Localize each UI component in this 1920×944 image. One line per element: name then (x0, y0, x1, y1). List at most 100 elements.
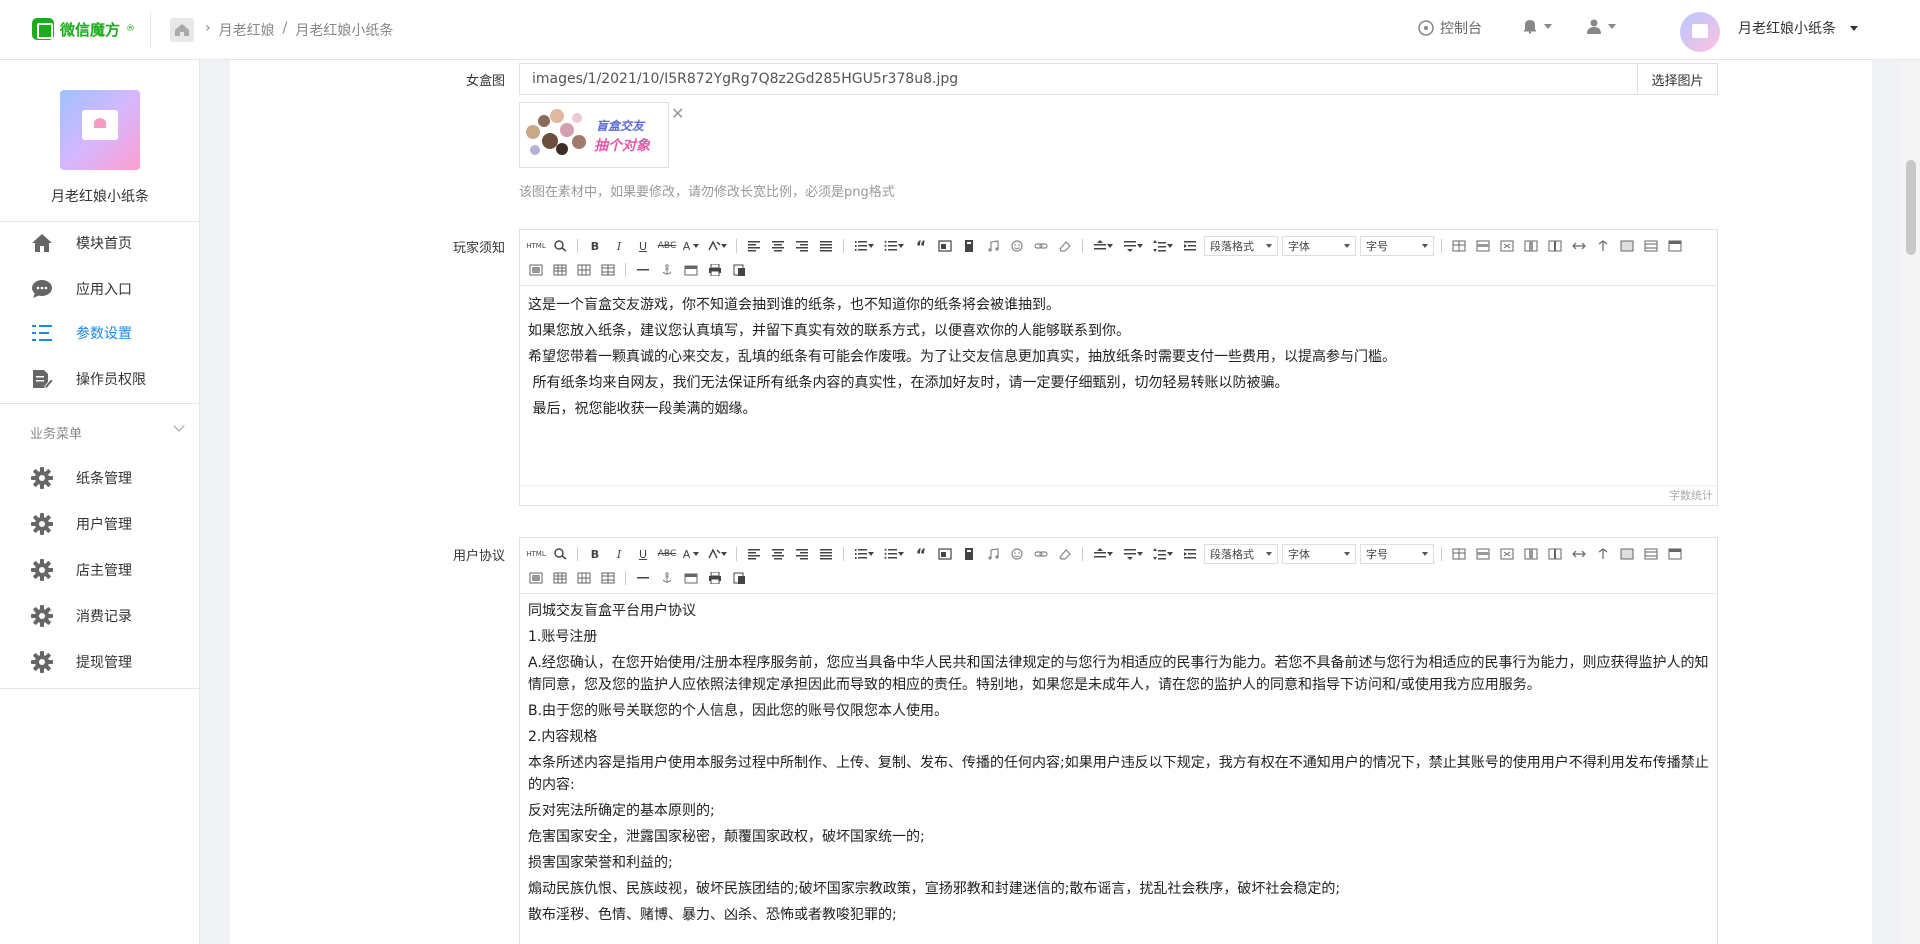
row-spacing-top-icon[interactable] (1088, 543, 1118, 565)
row-spacing-top-icon[interactable] (1088, 235, 1118, 257)
italic-icon[interactable]: I (607, 543, 631, 565)
user-agreement-content[interactable]: 同城交友盲盒平台用户协议 1.账号注册 A.经您确认，在您开始使用/注册本程序服… (520, 594, 1717, 936)
chevron-down-icon[interactable] (173, 420, 185, 432)
html-source-icon[interactable]: HTML (524, 235, 548, 257)
eraser-icon[interactable] (1053, 543, 1077, 565)
link-icon[interactable] (1029, 543, 1053, 565)
align-center-icon[interactable] (766, 235, 790, 257)
bold-icon[interactable]: B (583, 235, 607, 257)
paste-icon[interactable] (727, 259, 751, 281)
music-icon[interactable] (981, 235, 1005, 257)
table-properties-icon[interactable] (1639, 543, 1663, 565)
insert-column-icon[interactable] (1519, 543, 1543, 565)
anchor-icon[interactable] (655, 567, 679, 589)
cell-properties-icon[interactable] (1663, 543, 1687, 565)
blindbox-image-input[interactable] (520, 64, 1637, 94)
ordered-list-icon[interactable] (849, 543, 879, 565)
delete-column-icon[interactable] (1543, 543, 1567, 565)
html-source-icon[interactable]: HTML (524, 543, 548, 565)
sidebar-item-parameter-settings[interactable]: 参数设置 (0, 313, 200, 353)
breadcrumb-item[interactable]: 月老红娘 (219, 20, 275, 40)
sidebar-item-user-management[interactable]: 用户管理 (0, 504, 200, 544)
bold-icon[interactable]: B (583, 543, 607, 565)
align-justify-icon[interactable] (814, 543, 838, 565)
line-height-icon[interactable] (1148, 235, 1178, 257)
clear-format-icon[interactable] (957, 543, 981, 565)
breadcrumb-item[interactable]: 月老红娘小纸条 (295, 20, 393, 40)
sidebar-item-consumption-records[interactable]: 消费记录 (0, 596, 200, 636)
row-spacing-bottom-icon[interactable] (1118, 543, 1148, 565)
insert-column-icon[interactable] (1519, 235, 1543, 257)
print-icon[interactable] (703, 567, 727, 589)
sidebar-item-withdrawal-management[interactable]: 提现管理 (0, 642, 200, 682)
align-justify-icon[interactable] (814, 235, 838, 257)
horizontal-rule-icon[interactable] (631, 567, 655, 589)
notifications-dropdown[interactable] (1522, 18, 1552, 34)
preview-icon[interactable] (548, 543, 572, 565)
delete-row-icon[interactable] (1495, 543, 1519, 565)
emoji-icon[interactable] (1005, 543, 1029, 565)
clear-format-icon[interactable] (957, 235, 981, 257)
split-cells-icon[interactable] (1591, 543, 1615, 565)
italic-icon[interactable]: I (607, 235, 631, 257)
indent-icon[interactable] (1178, 543, 1202, 565)
insert-table-row-icon[interactable] (572, 567, 596, 589)
strikethrough-icon[interactable]: ABC (655, 543, 679, 565)
align-left-icon[interactable] (742, 543, 766, 565)
sidebar-item-app-entry[interactable]: 应用入口 (0, 269, 200, 309)
align-left-icon[interactable] (742, 235, 766, 257)
merge-cells-icon[interactable] (1567, 235, 1591, 257)
insert-row-icon[interactable] (1471, 543, 1495, 565)
console-link[interactable]: 控制台 (1418, 18, 1482, 38)
font-size-select[interactable]: 字号 (1360, 544, 1434, 564)
player-notice-content[interactable]: 这是一个盲盒交友游戏，你不知道会抽到谁的纸条，也不知道你的纸条将会被谁抽到。 如… (520, 286, 1717, 428)
date-icon[interactable] (679, 259, 703, 281)
music-icon[interactable] (981, 543, 1005, 565)
blockquote-icon[interactable]: “ (909, 235, 933, 257)
blockquote-icon[interactable]: “ (909, 543, 933, 565)
align-right-icon[interactable] (790, 235, 814, 257)
paste-plain-icon[interactable] (933, 543, 957, 565)
select-image-button[interactable]: 选择图片 (1637, 64, 1717, 94)
account-switcher[interactable]: 月老红娘小纸条 (1738, 18, 1858, 38)
delete-table-icon[interactable] (1615, 543, 1639, 565)
underline-icon[interactable]: U (631, 235, 655, 257)
preview-icon[interactable] (548, 235, 572, 257)
logo[interactable]: 微信魔方 ® (32, 18, 135, 40)
home-icon[interactable] (170, 18, 194, 42)
insert-table-column-icon[interactable] (596, 567, 620, 589)
close-icon[interactable]: ✕ (671, 104, 684, 123)
sidebar-item-operator-permissions[interactable]: 操作员权限 (0, 359, 200, 399)
insert-row-icon[interactable] (1471, 235, 1495, 257)
highlight-color-icon[interactable] (703, 235, 731, 257)
table-icon[interactable] (1447, 235, 1471, 257)
font-color-icon[interactable]: A (679, 235, 703, 257)
insert-table-column-icon[interactable] (596, 259, 620, 281)
align-right-icon[interactable] (790, 543, 814, 565)
underline-icon[interactable]: U (631, 543, 655, 565)
insert-frame-icon[interactable] (524, 259, 548, 281)
print-icon[interactable] (703, 259, 727, 281)
paragraph-format-select[interactable]: 段落格式 (1204, 544, 1278, 564)
scrollbar-thumb[interactable] (1906, 160, 1916, 255)
line-height-icon[interactable] (1148, 543, 1178, 565)
user-dropdown[interactable] (1586, 18, 1616, 34)
sidebar-item-shop-owner-management[interactable]: 店主管理 (0, 550, 200, 590)
emoji-icon[interactable] (1005, 235, 1029, 257)
sidebar-item-notes-management[interactable]: 纸条管理 (0, 458, 200, 498)
ordered-list-icon[interactable] (849, 235, 879, 257)
insert-grid-icon[interactable] (548, 259, 572, 281)
insert-table-row-icon[interactable] (572, 259, 596, 281)
delete-row-icon[interactable] (1495, 235, 1519, 257)
horizontal-rule-icon[interactable] (631, 259, 655, 281)
font-family-select[interactable]: 字体 (1282, 236, 1356, 256)
align-center-icon[interactable] (766, 543, 790, 565)
split-cells-icon[interactable] (1591, 235, 1615, 257)
font-family-select[interactable]: 字体 (1282, 544, 1356, 564)
insert-grid-icon[interactable] (548, 567, 572, 589)
table-properties-icon[interactable] (1639, 235, 1663, 257)
indent-icon[interactable] (1178, 235, 1202, 257)
anchor-icon[interactable] (655, 259, 679, 281)
paste-icon[interactable] (727, 567, 751, 589)
cell-properties-icon[interactable] (1663, 235, 1687, 257)
